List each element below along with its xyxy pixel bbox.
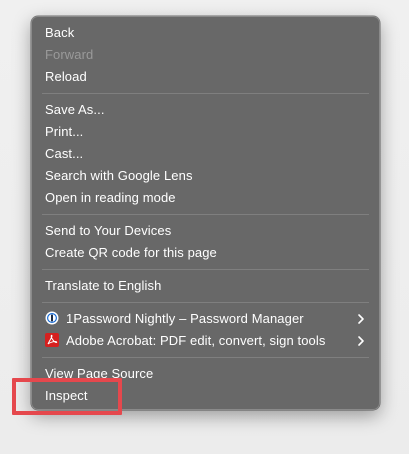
- menu-separator: [42, 214, 369, 215]
- onepassword-icon: [45, 310, 59, 325]
- menu-item-view-page-source[interactable]: View Page Source: [32, 363, 379, 385]
- adobe-acrobat-icon: [45, 332, 59, 347]
- menu-item-forward: Forward: [45, 47, 94, 62]
- page-background: Back Forward Reload Save As... Print... …: [0, 0, 409, 454]
- menu-item-back[interactable]: Back: [32, 22, 379, 44]
- menu-item-search-google-lens[interactable]: Search with Google Lens: [32, 165, 379, 187]
- menu-separator: [42, 357, 369, 358]
- menu-item-send-to-devices[interactable]: Send to Your Devices: [32, 220, 379, 242]
- menu-item-cast[interactable]: Cast...: [32, 143, 379, 165]
- context-menu: Back Forward Reload Save As... Print... …: [31, 16, 380, 410]
- menu-item-reading-mode[interactable]: Open in reading mode: [32, 187, 379, 209]
- menu-item-create-qr-code[interactable]: Create QR code for this page: [32, 242, 379, 264]
- menu-item-1password[interactable]: 1Password Nightly – Password Manager: [32, 308, 379, 330]
- menu-separator: [42, 269, 369, 270]
- menu-item-1password-label: 1Password Nightly – Password Manager: [66, 311, 304, 326]
- menu-item-save-as[interactable]: Save As...: [32, 99, 379, 121]
- menu-item-inspect[interactable]: Inspect: [32, 385, 379, 407]
- menu-item-print[interactable]: Print...: [32, 121, 379, 143]
- menu-separator: [42, 93, 369, 94]
- chevron-right-icon: [356, 330, 366, 352]
- menu-item-translate[interactable]: Translate to English: [32, 275, 379, 297]
- menu-item-adobe-acrobat-label: Adobe Acrobat: PDF edit, convert, sign t…: [66, 333, 326, 348]
- menu-item-adobe-acrobat[interactable]: Adobe Acrobat: PDF edit, convert, sign t…: [32, 330, 379, 352]
- menu-item-reload[interactable]: Reload: [32, 66, 379, 88]
- menu-separator: [42, 302, 369, 303]
- chevron-right-icon: [356, 308, 366, 330]
